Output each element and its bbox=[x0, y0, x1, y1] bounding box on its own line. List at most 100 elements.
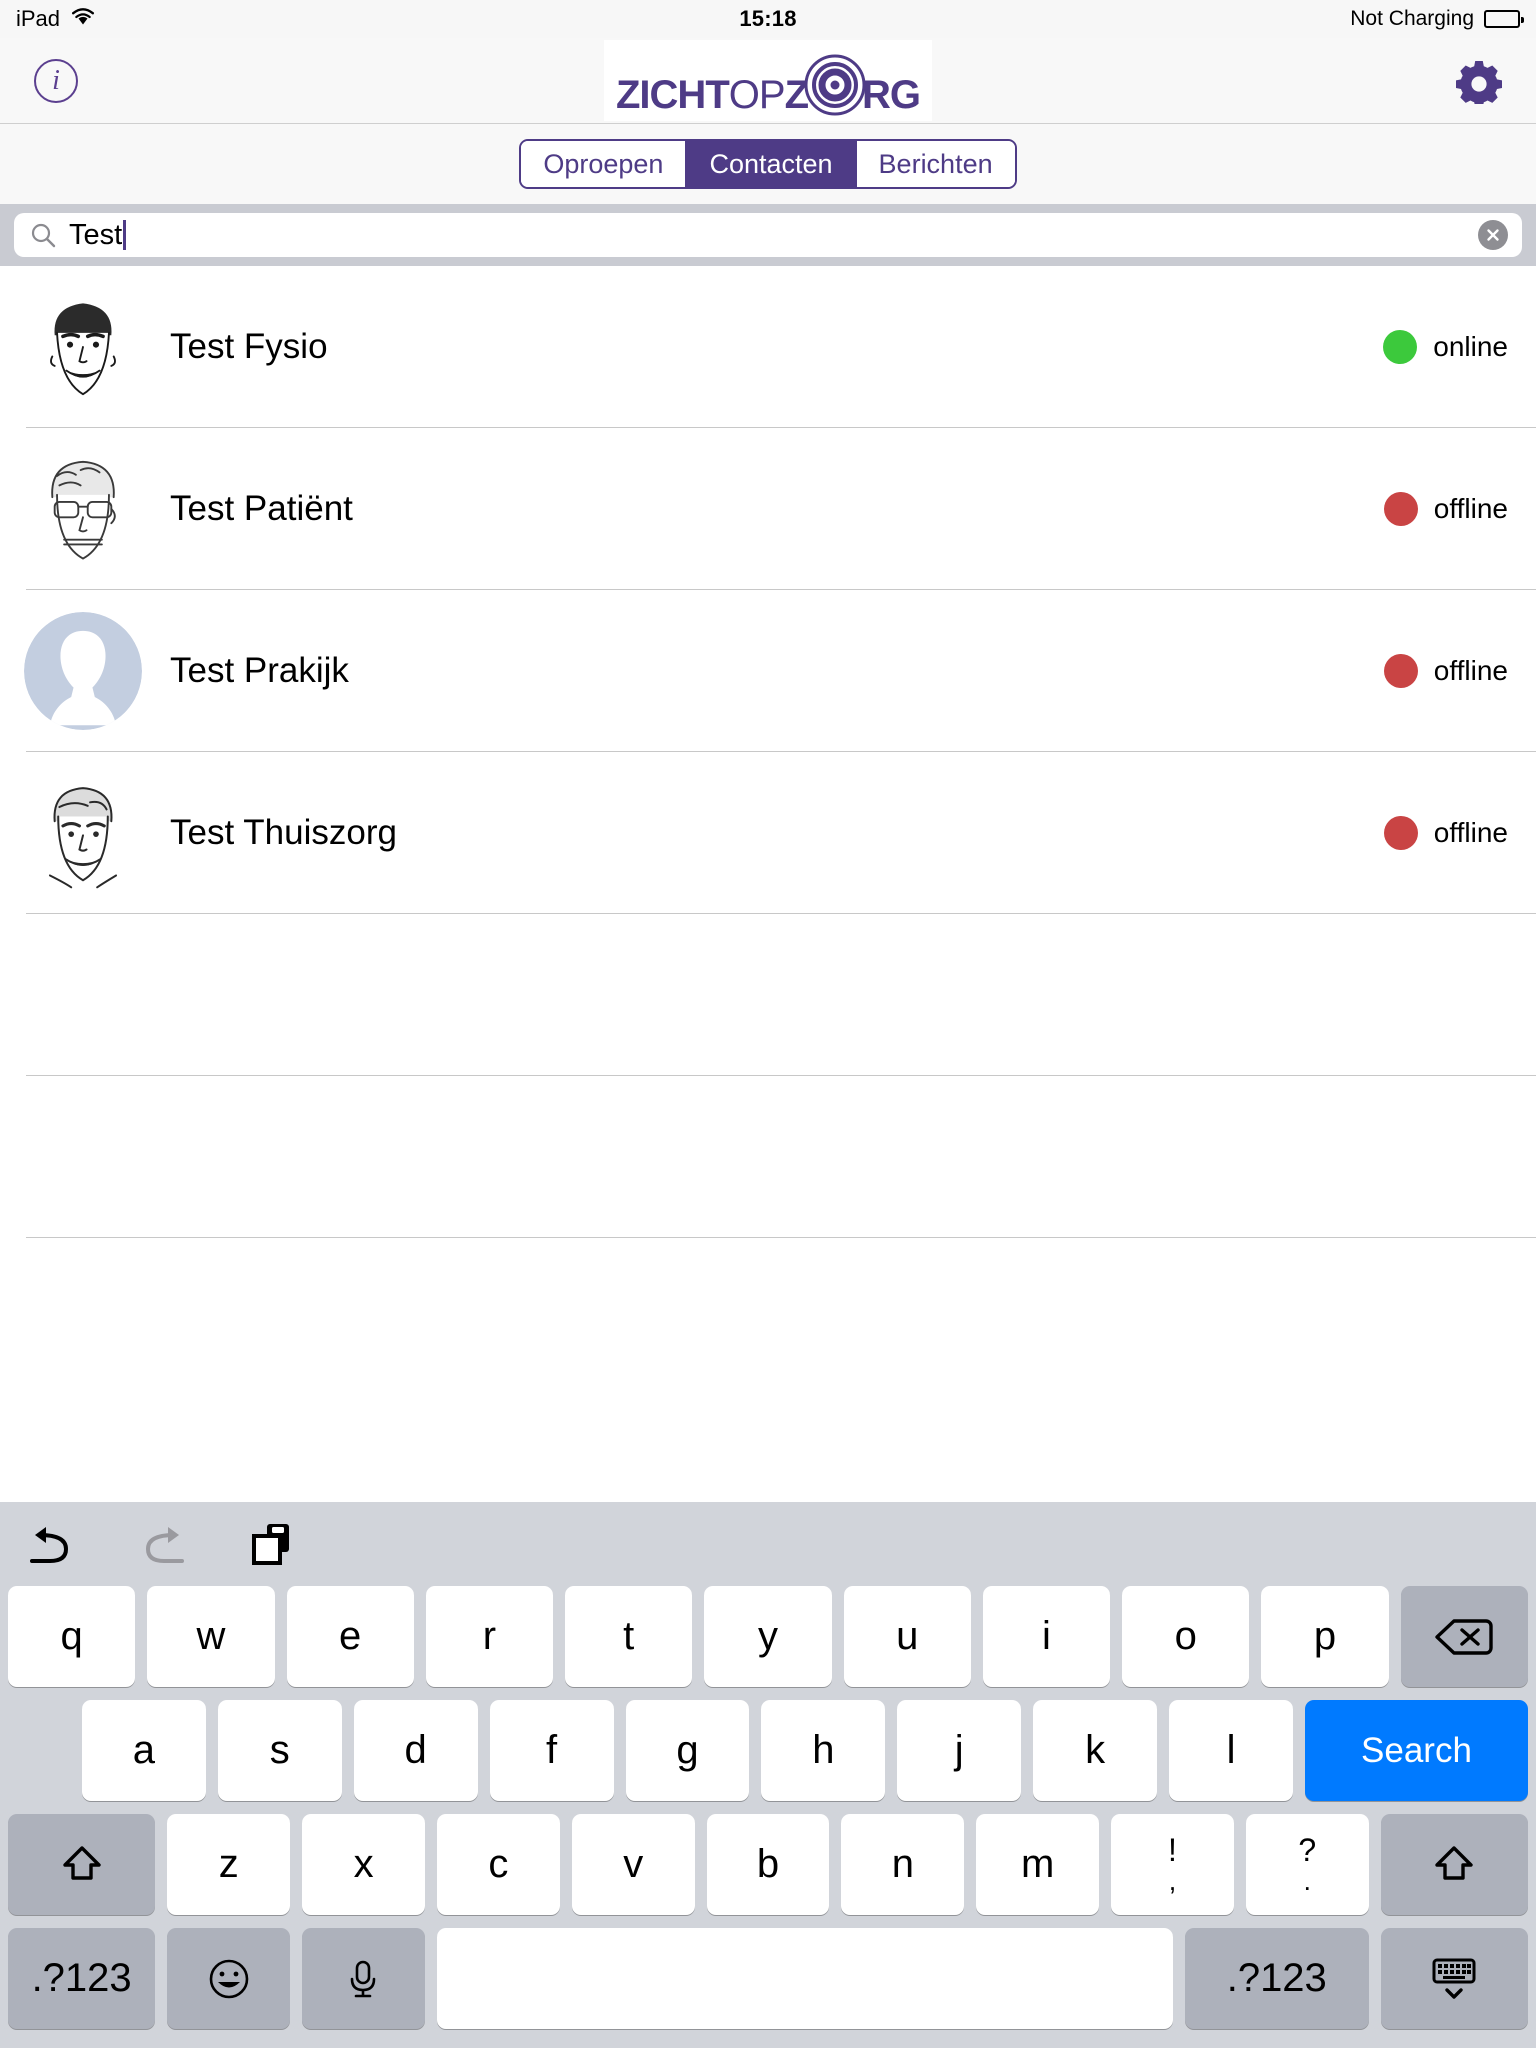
key-x[interactable]: x bbox=[302, 1814, 425, 1915]
undo-icon[interactable] bbox=[26, 1518, 78, 1570]
avatar bbox=[24, 774, 142, 892]
keyboard-toolbar bbox=[0, 1502, 1536, 1586]
key-v[interactable]: v bbox=[571, 1814, 695, 1915]
status-badge: offline bbox=[1383, 816, 1508, 850]
key-l[interactable]: l bbox=[1169, 1700, 1293, 1801]
key-c[interactable]: c bbox=[437, 1814, 560, 1915]
keyboard-row-4: .?123 .?123 bbox=[0, 1928, 1536, 2029]
status-label: online bbox=[1433, 331, 1508, 362]
key-e[interactable]: e bbox=[286, 1586, 414, 1687]
key-o[interactable]: o bbox=[1122, 1586, 1250, 1687]
status-bar-left: iPad bbox=[16, 6, 96, 32]
keyboard-row-3: z x c v b n m ! , ? . bbox=[0, 1814, 1536, 1915]
app-header: i ZICHT OP Z RG bbox=[0, 38, 1536, 124]
info-icon-label: i bbox=[52, 64, 60, 96]
key-comma-label: , bbox=[1168, 1866, 1177, 1896]
info-icon[interactable]: i bbox=[34, 58, 78, 103]
status-label: offline bbox=[1433, 817, 1508, 848]
status-label: offline bbox=[1433, 655, 1508, 686]
numeric-key-right[interactable]: .?123 bbox=[1184, 1928, 1369, 2029]
app-root: iPad 15:18 Not Charging i ZICHT OP Z RG … bbox=[0, 0, 1536, 2048]
list-item bbox=[0, 1076, 1536, 1238]
hide-keyboard-icon[interactable] bbox=[1380, 1928, 1529, 2029]
key-s[interactable]: s bbox=[217, 1700, 342, 1801]
microphone-icon[interactable] bbox=[301, 1928, 425, 2029]
keyboard-row-1: q w e r t y u i o p bbox=[0, 1586, 1536, 1687]
key-y[interactable]: y bbox=[704, 1586, 832, 1687]
search-input-value: Test bbox=[69, 218, 123, 251]
key-exclam-comma[interactable]: ! , bbox=[1111, 1814, 1234, 1915]
key-i[interactable]: i bbox=[982, 1586, 1111, 1687]
key-m[interactable]: m bbox=[976, 1814, 1100, 1915]
table-row[interactable]: Test Prakijk offline bbox=[0, 590, 1536, 752]
numeric-key-left[interactable]: .?123 bbox=[8, 1928, 156, 2029]
key-b[interactable]: b bbox=[706, 1814, 830, 1915]
contact-name: Test Fysio bbox=[170, 327, 328, 366]
device-name: iPad bbox=[16, 6, 61, 31]
shift-icon[interactable] bbox=[8, 1814, 156, 1915]
key-h[interactable]: h bbox=[761, 1700, 886, 1801]
status-bar: iPad 15:18 Not Charging bbox=[0, 0, 1536, 38]
key-q[interactable]: q bbox=[8, 1586, 136, 1687]
key-p[interactable]: p bbox=[1261, 1586, 1389, 1687]
tab-oproepen[interactable]: Oproepen bbox=[521, 141, 688, 187]
status-dot bbox=[1383, 330, 1418, 364]
onscreen-keyboard: q w e r t y u i o p a s d f g h j k l Se… bbox=[0, 1502, 1536, 2048]
status-label: offline bbox=[1433, 493, 1508, 524]
segmented-control: Oproepen Contacten Berichten bbox=[519, 139, 1017, 189]
key-question-period[interactable]: ? . bbox=[1245, 1814, 1369, 1915]
redo-icon[interactable] bbox=[136, 1518, 188, 1570]
list-item bbox=[0, 914, 1536, 1076]
tab-berichten[interactable]: Berichten bbox=[856, 141, 1015, 187]
key-g[interactable]: g bbox=[625, 1700, 750, 1801]
table-row[interactable]: Test Thuiszorg offline bbox=[0, 752, 1536, 914]
avatar bbox=[24, 450, 142, 568]
search-key[interactable]: Search bbox=[1304, 1700, 1528, 1801]
status-bar-clock: 15:18 bbox=[739, 6, 797, 31]
status-bar-right: Not Charging bbox=[1350, 7, 1524, 31]
paste-icon[interactable] bbox=[246, 1518, 298, 1570]
search-input[interactable]: Test bbox=[14, 213, 1522, 257]
keyboard-row-2: a s d f g h j k l Search bbox=[0, 1700, 1536, 1801]
key-n[interactable]: n bbox=[841, 1814, 965, 1915]
backspace-icon[interactable] bbox=[1400, 1586, 1528, 1687]
key-z[interactable]: z bbox=[167, 1814, 291, 1915]
search-bar: Test bbox=[0, 204, 1536, 266]
app-logo-text: ZICHT OP Z RG bbox=[616, 46, 921, 117]
status-dot bbox=[1383, 492, 1418, 526]
key-k[interactable]: k bbox=[1033, 1700, 1158, 1801]
battery-icon bbox=[1484, 10, 1524, 28]
key-j[interactable]: j bbox=[897, 1700, 1022, 1801]
status-dot bbox=[1383, 654, 1418, 688]
emoji-icon[interactable] bbox=[167, 1928, 290, 2029]
key-t[interactable]: t bbox=[565, 1586, 693, 1687]
contact-name: Test Patiënt bbox=[170, 489, 353, 528]
logo-part-op: OP bbox=[728, 73, 786, 117]
contact-list: Test Fysio online Test Patiënt offline T… bbox=[0, 266, 1536, 1238]
key-r[interactable]: r bbox=[425, 1586, 554, 1687]
shift-icon-right[interactable] bbox=[1380, 1814, 1529, 1915]
clear-icon[interactable] bbox=[1478, 220, 1508, 250]
key-u[interactable]: u bbox=[843, 1586, 971, 1687]
app-logo: ZICHT OP Z RG bbox=[604, 40, 932, 121]
key-w[interactable]: w bbox=[147, 1586, 275, 1687]
table-row[interactable]: Test Fysio online bbox=[0, 266, 1536, 428]
status-badge: online bbox=[1383, 330, 1508, 364]
key-exclam-label: ! bbox=[1168, 1832, 1177, 1868]
key-f[interactable]: f bbox=[489, 1700, 614, 1801]
contact-name: Test Thuiszorg bbox=[170, 813, 397, 852]
tab-bar: Oproepen Contacten Berichten bbox=[0, 124, 1536, 204]
gear-icon[interactable] bbox=[1456, 58, 1502, 104]
status-dot bbox=[1383, 816, 1418, 850]
tab-contacten[interactable]: Contacten bbox=[687, 141, 857, 187]
status-badge: offline bbox=[1383, 654, 1508, 688]
search-icon bbox=[30, 222, 56, 248]
logo-part-rg: RG bbox=[862, 73, 921, 117]
table-row[interactable]: Test Patiënt offline bbox=[0, 428, 1536, 590]
key-a[interactable]: a bbox=[81, 1700, 206, 1801]
wifi-icon bbox=[70, 6, 96, 32]
key-d[interactable]: d bbox=[353, 1700, 478, 1801]
logo-radar-icon bbox=[804, 54, 866, 116]
space-key[interactable] bbox=[436, 1928, 1173, 2029]
logo-part-zicht: ZICHT bbox=[616, 73, 730, 117]
